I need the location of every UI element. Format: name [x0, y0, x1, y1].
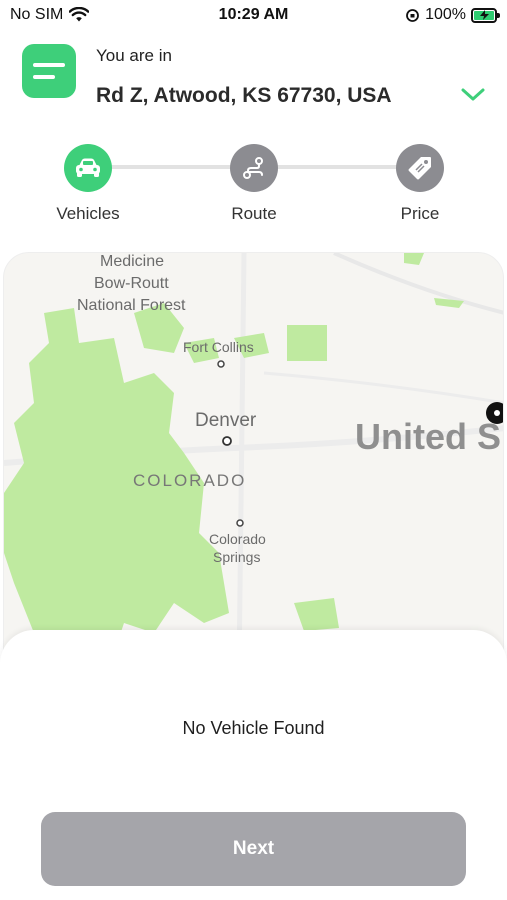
location-label: You are in — [96, 46, 172, 65]
step-route-label: Route — [231, 204, 277, 223]
menu-button[interactable] — [22, 44, 76, 98]
map-terrain — [4, 253, 503, 671]
empty-state-message: No Vehicle Found — [182, 718, 325, 738]
map-label-medicine: Medicine — [100, 253, 165, 270]
map-label-denver: Denver — [195, 410, 257, 431]
step-vehicles-circle — [64, 144, 112, 192]
status-right: 100% — [405, 6, 500, 24]
vehicle-sheet: No Vehicle Found Next — [0, 630, 507, 900]
map-label-colorado-springs: Colorado — [209, 531, 266, 547]
step-vehicles[interactable]: Vehicles — [43, 140, 133, 224]
menu-icon-line — [33, 75, 55, 79]
step-vehicles-label: Vehicles — [56, 204, 120, 223]
step-price-circle — [396, 144, 444, 192]
map-label-bow-routt: Bow-Routt — [94, 275, 169, 292]
map-label-springs: Springs — [213, 549, 261, 565]
orientation-lock-icon — [406, 8, 419, 22]
route-icon — [243, 157, 263, 179]
battery-percent: 100% — [425, 6, 466, 23]
location-header: You are in Rd Z, Atwood, KS 67730, USA — [0, 40, 507, 120]
tag-icon — [408, 157, 431, 180]
next-button[interactable]: Next — [41, 812, 466, 886]
step-price-label: Price — [400, 204, 440, 223]
step-route-circle — [230, 144, 278, 192]
booking-stepper: Vehicles Route Price — [0, 140, 507, 230]
chevron-down-icon[interactable] — [459, 80, 487, 108]
map-label-united-states: United S — [355, 416, 502, 457]
step-price[interactable]: Price — [375, 140, 465, 224]
status-bar: No SIM 10:29 AM 100% — [0, 0, 507, 32]
car-icon — [76, 158, 100, 177]
menu-icon — [33, 63, 65, 67]
battery-charging-icon — [471, 7, 500, 23]
map-view[interactable]: Medicine Bow-Routt National Forest Fort … — [3, 252, 504, 672]
map-label-colorado: COLORADO — [133, 471, 247, 490]
location-value[interactable]: Rd Z, Atwood, KS 67730, USA — [96, 84, 392, 108]
map-label-national-forest: National Forest — [77, 297, 186, 314]
step-route[interactable]: Route — [209, 140, 299, 224]
map-label-fort-collins: Fort Collins — [183, 339, 254, 355]
